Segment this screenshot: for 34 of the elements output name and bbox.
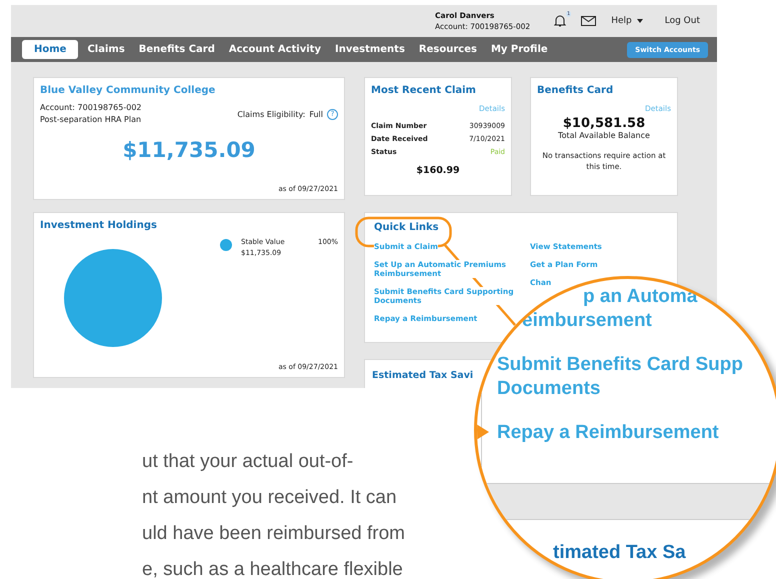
card-title: Quick Links (374, 221, 440, 235)
card-title: Most Recent Claim (371, 84, 477, 98)
magnified-link-text[interactable]: eimbursement (522, 309, 652, 333)
mail-icon[interactable] (581, 16, 596, 26)
balance-label: Total Available Balance (557, 131, 651, 140)
help-link[interactable]: Help (611, 16, 632, 26)
bell-icon[interactable] (554, 14, 566, 28)
magnified-link-text[interactable]: Documents (497, 377, 600, 401)
magnified-card-title: timated Tax Sa (553, 542, 686, 564)
nav-tab[interactable]: Resources (412, 40, 484, 59)
nav-tab[interactable]: Benefits Card (132, 40, 222, 59)
help-menu[interactable]: Help (611, 16, 643, 26)
magnified-link-text[interactable]: Submit Benefits Card Supp (497, 353, 743, 377)
caret-icon (636, 19, 643, 23)
magnified-link-text[interactable]: Repay a Reimbursement (497, 421, 719, 445)
nav-tab[interactable]: Home (22, 40, 78, 59)
eligibility-label: Claims Eligibility: (237, 110, 306, 118)
article-paragraph: ut that your actual out-of- nt amount you received. It can uld have been reimbursed from e, such as a healthcare flexible (142, 450, 405, 579)
card-title: Investment Holdings (40, 219, 158, 233)
card-balance: $10,581.58 (562, 116, 646, 131)
logout-link[interactable]: Log Out (664, 16, 700, 26)
eligibility-value: Full (309, 110, 323, 118)
nav-tab[interactable]: Investments (328, 40, 412, 59)
nav-tab[interactable]: My Profile (484, 40, 555, 59)
plan-name: Post-separation HRA Plan (40, 114, 142, 126)
card-title: Benefits Card (537, 84, 614, 98)
account-balance: $11,735.09 (122, 138, 256, 162)
nav-tab[interactable]: Account Activity (222, 40, 328, 59)
card-title: Blue Valley Community College (40, 84, 216, 98)
nav-tab[interactable]: Claims (80, 40, 132, 59)
claim-amount: $160.99 (415, 165, 461, 176)
account-number: Account: 700198765-002 (40, 102, 142, 114)
magnified-link-text[interactable]: p an Automa (583, 285, 698, 309)
card-title: Estimated Tax Savi (372, 369, 474, 383)
